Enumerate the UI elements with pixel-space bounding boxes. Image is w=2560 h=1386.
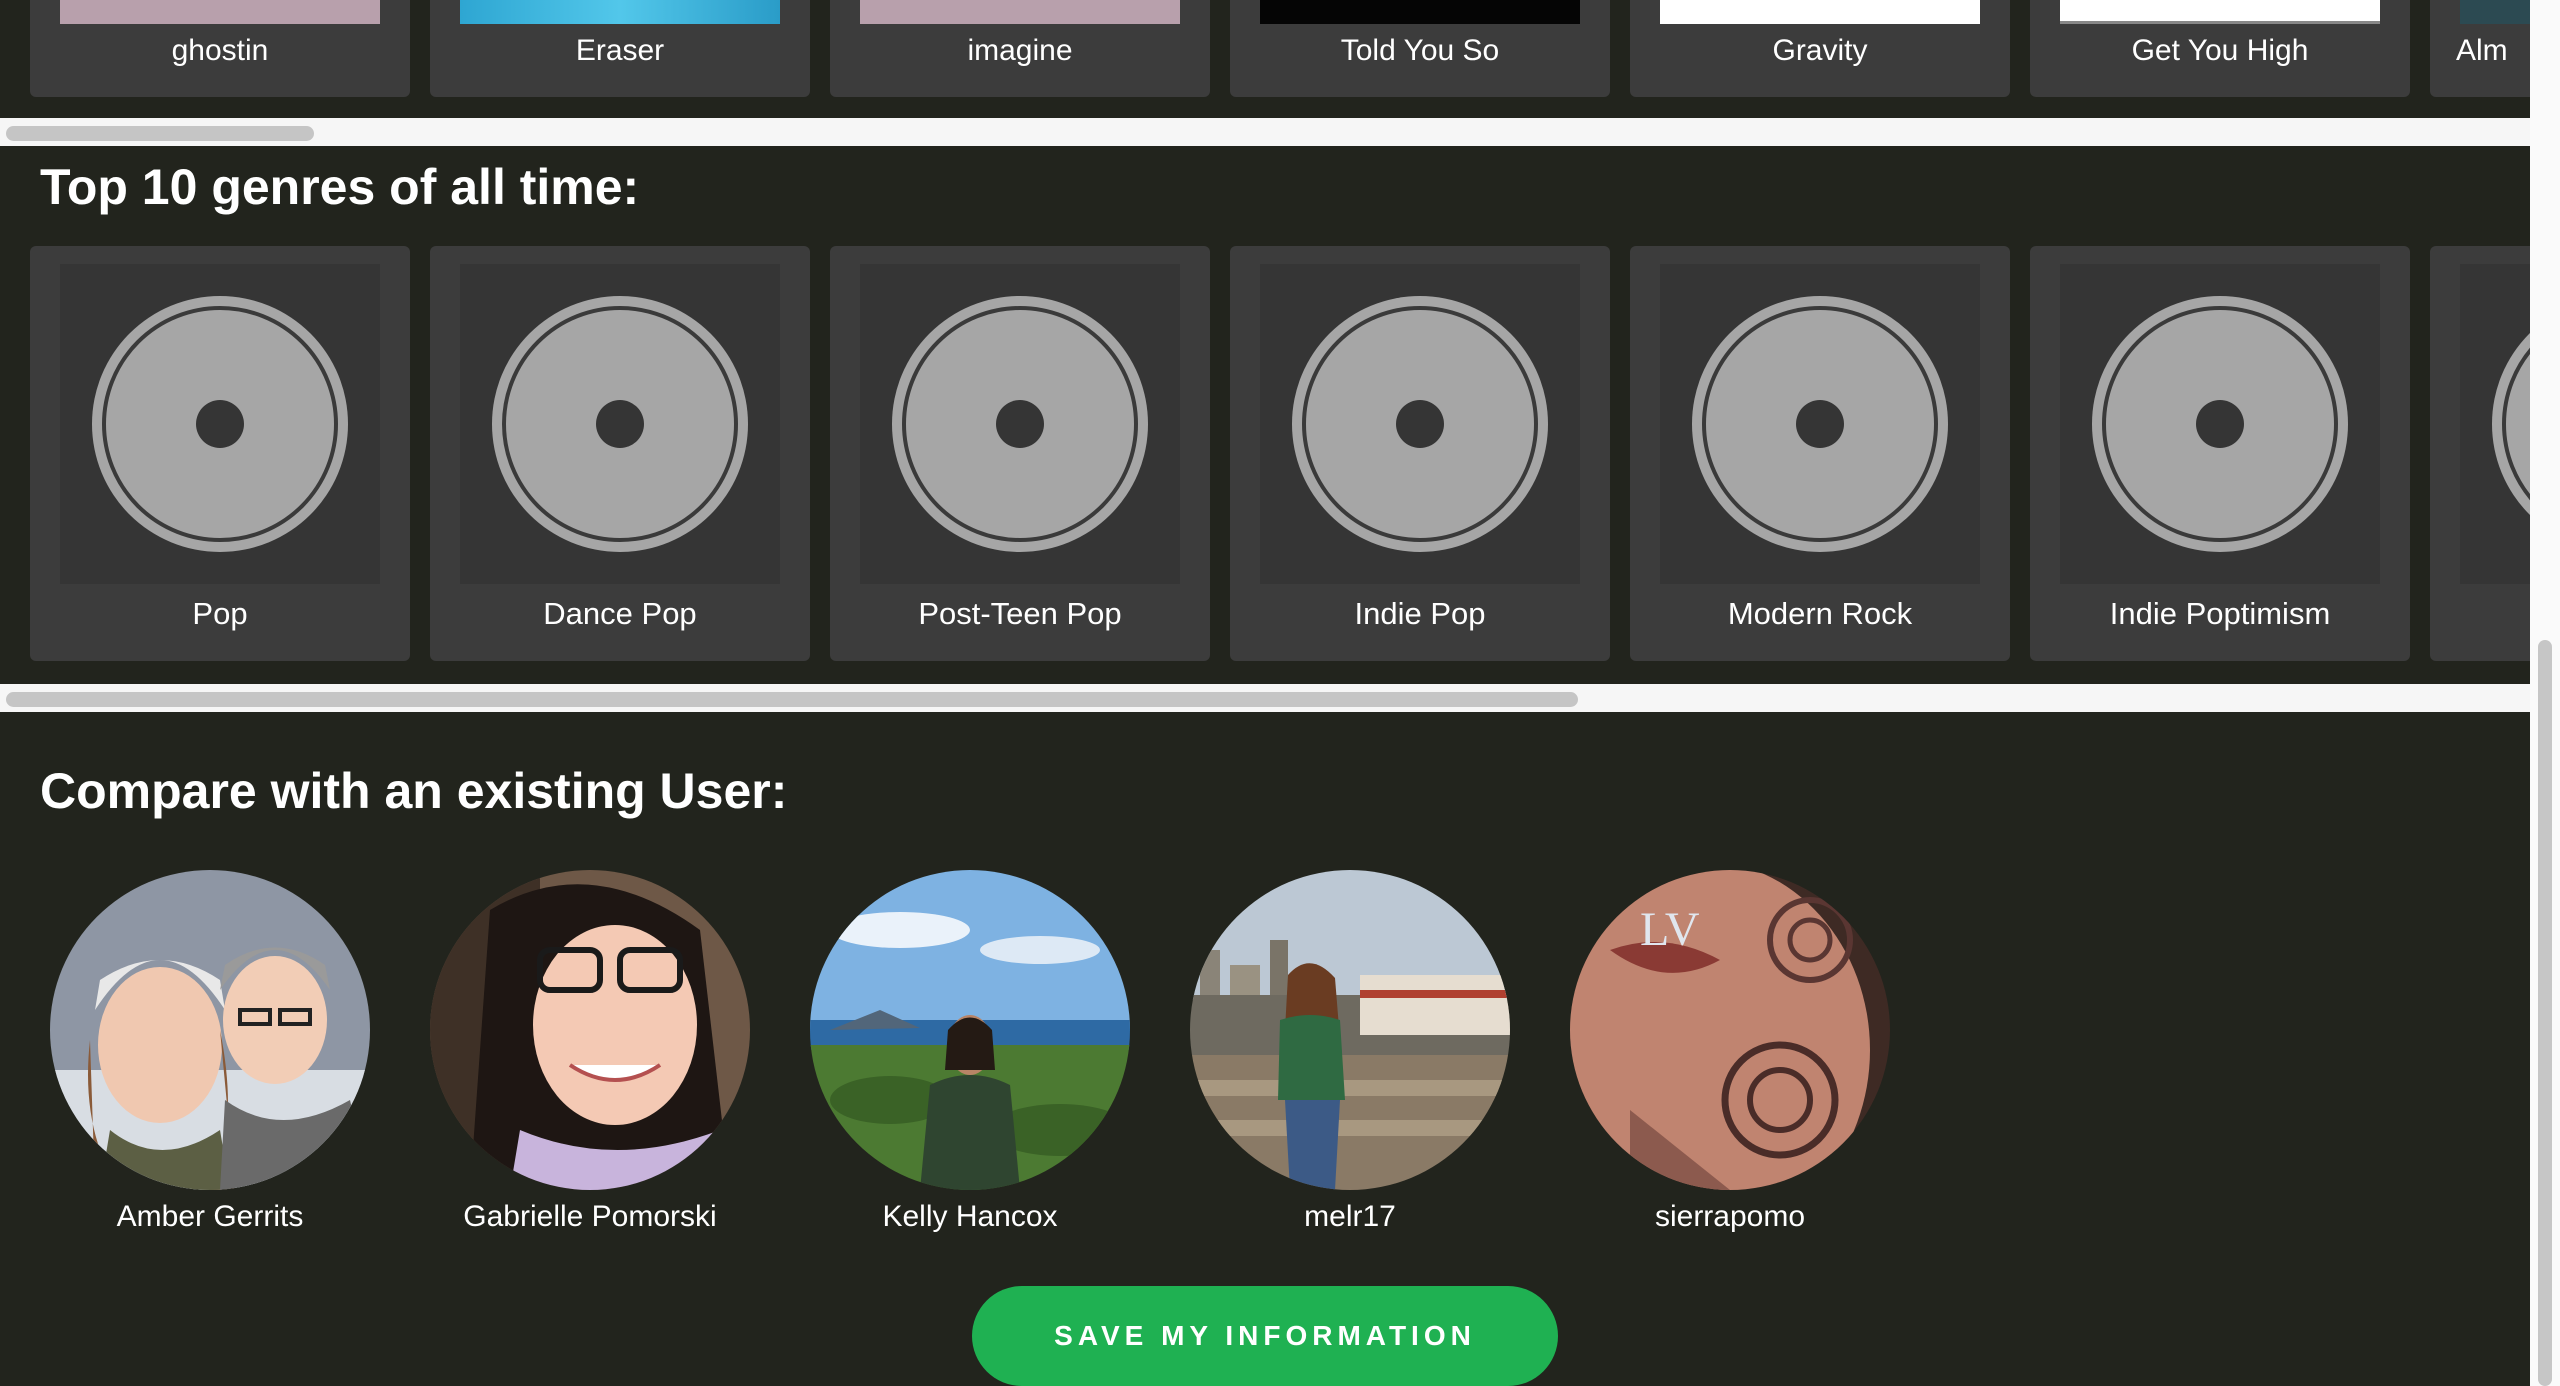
disc-icon xyxy=(2492,333,2530,515)
user-name: melr17 xyxy=(1304,1200,1396,1233)
compare-heading: Compare with an existing User: xyxy=(40,763,788,819)
genre-card[interactable]: Indie Poptimism xyxy=(2030,246,2410,661)
user-avatar[interactable] xyxy=(1190,870,1510,1190)
genre-label: Post-Teen Pop xyxy=(918,596,1122,631)
track-cover xyxy=(2460,0,2530,24)
track-name: Alm xyxy=(2456,34,2508,67)
disc-icon xyxy=(92,296,348,552)
track-name: Gravity xyxy=(1772,34,1868,67)
user-name: sierrapomo xyxy=(1654,1200,1806,1233)
track-cover xyxy=(460,0,780,24)
track-cover xyxy=(2060,0,2380,24)
genre-label: Dance Pop xyxy=(543,596,697,631)
scrollbar-thumb[interactable] xyxy=(6,126,314,141)
track-name: Eraser xyxy=(575,34,665,67)
user-avatar[interactable] xyxy=(430,870,750,1190)
track-card[interactable]: Told You So xyxy=(1230,0,1610,97)
user-name: Kelly Hancox xyxy=(882,1200,1058,1233)
genre-card[interactable]: Post-Teen Pop xyxy=(830,246,1210,661)
track-card[interactable]: ghostin xyxy=(30,0,410,97)
user-avatar[interactable] xyxy=(50,870,370,1190)
track-card[interactable]: Eraser xyxy=(430,0,810,97)
genre-label: Modern Rock xyxy=(1727,596,1913,631)
track-name: Get You High xyxy=(2131,34,2309,67)
user-option[interactable]: Kelly Hancox xyxy=(800,870,1140,1234)
track-cover xyxy=(1260,0,1580,24)
genre-card[interactable]: Pop xyxy=(30,246,410,661)
scrollbar-thumb[interactable] xyxy=(2538,640,2552,1386)
scrollbar-thumb[interactable] xyxy=(6,692,1578,707)
genre-label: Indie Poptimism xyxy=(2109,596,2331,631)
genre-card[interactable]: Indie Pop xyxy=(1230,246,1610,661)
genre-label: Pop xyxy=(192,596,248,631)
track-card[interactable]: Get You High xyxy=(2030,0,2410,97)
track-cover xyxy=(60,0,380,24)
user-name: Amber Gerrits xyxy=(116,1200,304,1233)
genres-carousel[interactable]: Pop Dance Pop Post-Teen Pop Indie Pop Mo… xyxy=(0,246,2530,686)
genre-label: Indie Pop xyxy=(1354,596,1486,631)
track-name: ghostin xyxy=(171,34,269,67)
track-card[interactable]: imagine xyxy=(830,0,1210,97)
disc-icon xyxy=(2092,296,2348,552)
user-option[interactable]: Gabrielle Pomorski xyxy=(420,870,760,1234)
top-tracks-carousel[interactable]: ghostin Eraser imagine Told You So Gravi… xyxy=(0,0,2530,118)
disc-icon xyxy=(892,296,1148,552)
svg-text:LV: LV xyxy=(1640,903,1700,956)
user-name: Gabrielle Pomorski xyxy=(463,1200,717,1233)
user-avatar[interactable]: LV xyxy=(1570,870,1890,1190)
save-information-button[interactable]: SAVE MY INFORMATION xyxy=(972,1286,1558,1386)
genres-heading: Top 10 genres of all time: xyxy=(40,159,640,215)
genre-card[interactable]: Dance Pop xyxy=(430,246,810,661)
user-option[interactable]: melr17 xyxy=(1180,870,1520,1234)
genre-card[interactable]: Modern Rock xyxy=(1630,246,2010,661)
disc-icon xyxy=(1692,296,1948,552)
track-card[interactable]: Gravity xyxy=(1630,0,2010,97)
genre-card[interactable] xyxy=(2430,246,2530,661)
tracks-horizontal-scrollbar[interactable] xyxy=(0,118,2530,146)
user-option[interactable]: Amber Gerrits xyxy=(40,870,380,1234)
track-card[interactable]: Alm xyxy=(2430,0,2530,97)
disc-icon xyxy=(1292,296,1548,552)
disc-icon xyxy=(492,296,748,552)
track-cover xyxy=(860,0,1180,24)
track-cover xyxy=(1660,0,1980,24)
track-name: Told You So xyxy=(1340,34,1500,67)
user-option[interactable]: LV sierrapomo xyxy=(1560,870,1900,1234)
genres-horizontal-scrollbar[interactable] xyxy=(0,684,2530,712)
user-avatar[interactable] xyxy=(810,870,1130,1190)
track-name: imagine xyxy=(967,34,1073,67)
page-vertical-scrollbar[interactable] xyxy=(2530,0,2560,1386)
